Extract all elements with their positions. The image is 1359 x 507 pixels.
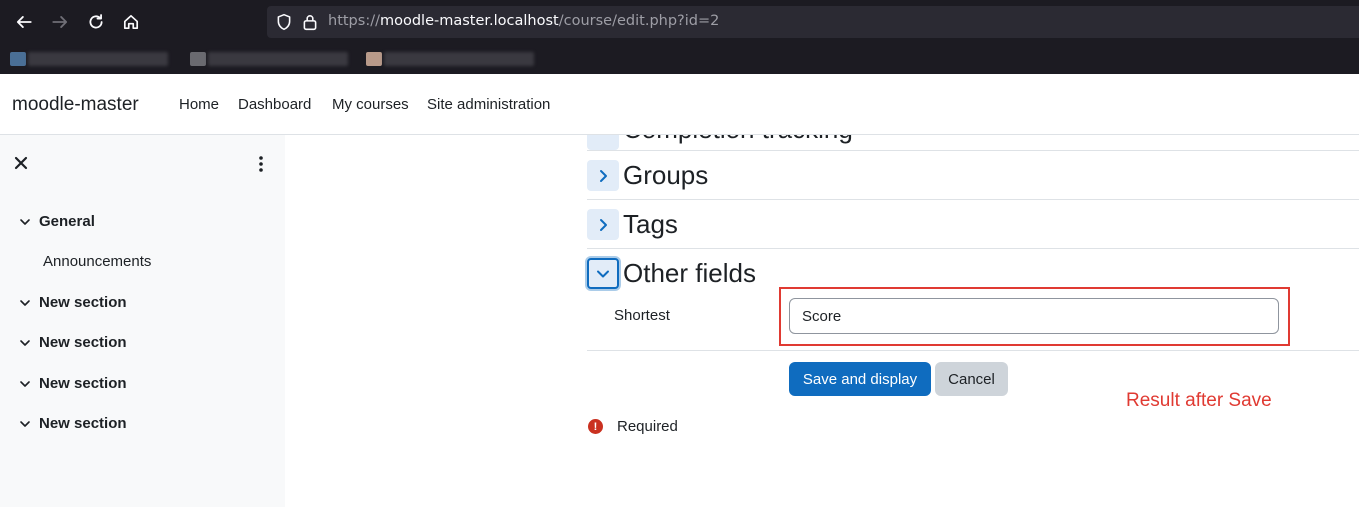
chevron-down-icon[interactable] [19, 216, 31, 228]
close-icon[interactable] [13, 155, 29, 171]
required-icon: ! [588, 419, 603, 434]
bookmark-favicon[interactable] [190, 52, 206, 66]
nav-link-my-courses[interactable]: My courses [332, 96, 409, 113]
fieldset-tags: Tags [587, 200, 1359, 249]
section-label: New section [39, 375, 127, 392]
fieldset-toggle-tags[interactable] [587, 209, 619, 240]
section-label: New section [39, 415, 127, 432]
course-index-drawer: General Announcements New section New se… [0, 135, 285, 507]
chevron-down-icon[interactable] [19, 337, 31, 349]
bookmark-item-blurred[interactable] [208, 52, 348, 66]
section-label: General [39, 213, 95, 230]
url-text: https://moodle-master.localhost/course/e… [328, 13, 719, 29]
fieldset-toggle-groups[interactable] [587, 160, 619, 191]
chevron-right-icon [600, 169, 607, 182]
fieldset-title-other-fields[interactable]: Other fields [623, 258, 756, 289]
course-section-new-3[interactable]: New section [19, 375, 127, 392]
save-and-display-button[interactable]: Save and display [789, 362, 931, 396]
bookmark-item-blurred[interactable] [28, 52, 168, 66]
bookmark-item-blurred[interactable] [384, 52, 534, 66]
site-brand[interactable]: moodle-master [12, 94, 139, 116]
chevron-down-icon[interactable] [19, 378, 31, 390]
url-path: /course/edit.php?id=2 [558, 13, 720, 29]
course-section-new-2[interactable]: New section [19, 334, 127, 351]
nav-link-site-administration[interactable]: Site administration [427, 96, 550, 113]
forward-arrow-icon[interactable] [49, 11, 71, 33]
course-section-new-1[interactable]: New section [19, 294, 127, 311]
url-host: moodle-master.localhost [379, 13, 559, 29]
nav-link-dashboard[interactable]: Dashboard [238, 96, 311, 113]
fieldset-groups: Groups [587, 151, 1359, 200]
fieldset-title[interactable]: Completion tracking [623, 135, 853, 145]
fieldset-toggle[interactable] [587, 135, 619, 150]
course-section-new-4[interactable]: New section [19, 415, 127, 432]
bookmark-favicon[interactable] [10, 52, 26, 66]
course-section-general[interactable]: General [19, 213, 95, 230]
address-bar[interactable]: https://moodle-master.localhost/course/e… [267, 6, 1359, 38]
field-label-shortest: Shortest [614, 307, 670, 324]
course-activity-announcements[interactable]: Announcements [43, 253, 151, 270]
browser-toolbar: https://moodle-master.localhost/course/e… [0, 0, 1359, 44]
bookmarks-toolbar [0, 44, 1359, 74]
nav-link-home[interactable]: Home [179, 96, 219, 113]
url-scheme: https:// [328, 13, 380, 29]
back-arrow-icon[interactable] [13, 11, 35, 33]
highlight-annotation-box [779, 287, 1290, 346]
annotation-text: Result after Save [1126, 390, 1272, 411]
cancel-button[interactable]: Cancel [935, 362, 1008, 396]
home-icon[interactable] [120, 11, 142, 33]
chevron-down-icon[interactable] [19, 297, 31, 309]
required-legend: Required [617, 418, 678, 435]
section-label: New section [39, 334, 127, 351]
section-label: New section [39, 294, 127, 311]
bookmark-favicon[interactable] [366, 52, 382, 66]
chevron-down-icon [597, 270, 609, 277]
fieldset-title-groups[interactable]: Groups [623, 160, 708, 191]
fieldset-completion-tracking: Completion tracking [587, 135, 1359, 151]
lock-icon[interactable] [302, 13, 318, 31]
shield-icon[interactable] [275, 13, 293, 31]
more-options-icon[interactable] [256, 155, 266, 173]
course-edit-form: Completion tracking Groups Tags Other fi… [285, 135, 1359, 507]
reload-icon[interactable] [85, 11, 107, 33]
fieldset-toggle-other-fields[interactable] [587, 258, 619, 289]
chevron-right-icon [600, 218, 607, 231]
fieldset-title-tags[interactable]: Tags [623, 209, 678, 240]
chevron-down-icon[interactable] [19, 418, 31, 430]
site-navbar: moodle-master Home Dashboard My courses … [0, 74, 1359, 135]
